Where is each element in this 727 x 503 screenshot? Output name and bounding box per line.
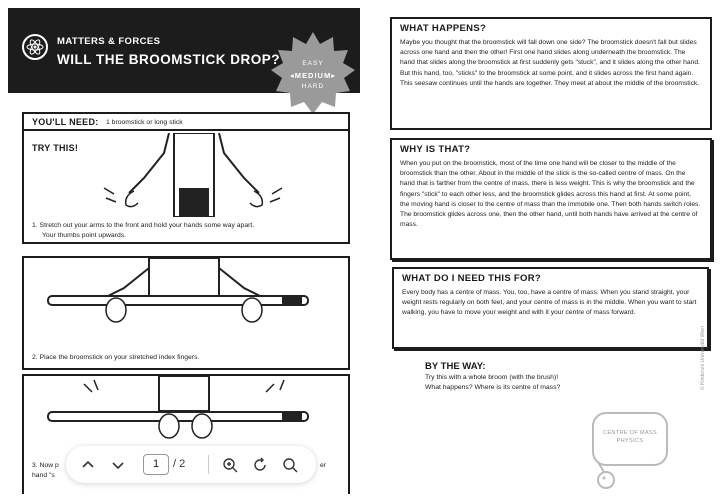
mascot-icon <box>597 462 615 489</box>
step-3-line-1: 3. Now p <box>32 462 59 469</box>
zoom-in-button[interactable] <box>220 455 240 475</box>
by-the-way-line-2: What happens? Where is its centre of mas… <box>425 384 561 391</box>
difficulty-easy: EASY <box>302 60 324 67</box>
search-button[interactable] <box>280 455 300 475</box>
what-happens-panel: WHAT HAPPENS? Maybe you thought that the… <box>390 17 712 130</box>
page-total: / 2 <box>173 458 186 470</box>
topic-line-1: CENTRE OF MASS <box>603 430 657 436</box>
by-the-way-title: BY THE WAY: <box>425 361 486 372</box>
why-text: When you put on the broomstick, most of … <box>400 160 701 229</box>
previous-page-button[interactable] <box>78 455 98 475</box>
rotate-button[interactable] <box>250 455 270 475</box>
page-number-input[interactable]: 1 <box>143 454 169 475</box>
step-1-line-2: Your thumbs point upwards. <box>42 232 127 239</box>
try-this-label: TRY THIS! <box>32 143 79 153</box>
by-the-way-text: Try this with a whole broom (with the br… <box>425 373 615 393</box>
what-happens-title: WHAT HAPPENS? <box>400 23 487 34</box>
step-3-line-1-tail: er <box>320 462 327 469</box>
difficulty-medium: ◂MEDIUM▸ <box>270 71 356 80</box>
topic-bubble: CENTRE OF MASS PHYSICS <box>592 412 668 466</box>
pdf-toolbar: 1 / 2 <box>66 446 316 483</box>
copyright-note: © Kinderuni Universität Wien <box>700 326 706 390</box>
step-2-line-1: 2. Place the broomstick on your stretche… <box>32 354 200 361</box>
need-panel: WHAT DO I NEED THIS FOR? Every body has … <box>392 267 709 349</box>
difficulty-badge: EASY ◂MEDIUM▸ HARD <box>270 30 356 116</box>
needs-box: YOU'LL NEED: 1 broomstick or long stick <box>22 112 350 129</box>
need-title: WHAT DO I NEED THIS FOR? <box>402 273 541 284</box>
step-1-illustration <box>103 133 283 217</box>
step-2-panel: 2. Place the broomstick on your stretche… <box>22 256 350 370</box>
topic-line-2: PHYSICS <box>616 438 644 444</box>
needs-value: 1 broomstick or long stick <box>106 119 183 126</box>
step-3-line-2: hand "s <box>32 472 55 479</box>
difficulty-medium-label: MEDIUM <box>294 71 332 80</box>
step-1-line-1: 1. Stretch out your arms to the front an… <box>32 222 255 229</box>
step-1-panel: TRY THIS! 1. Stretch out your arms to th… <box>22 129 350 244</box>
why-panel: WHY IS THAT? When you put on the broomst… <box>390 138 712 260</box>
medium-right-arrow-icon: ▸ <box>331 71 336 80</box>
atom-icon <box>22 34 48 60</box>
section-label: MATTERS & FORCES <box>57 36 161 47</box>
page-title: WILL THE BROOMSTICK DROP? <box>57 52 280 67</box>
zoom-in-icon <box>223 458 238 473</box>
next-page-button[interactable] <box>108 455 128 475</box>
step-3-illustration <box>47 376 309 439</box>
search-icon <box>283 458 298 473</box>
why-title: WHY IS THAT? <box>400 144 471 155</box>
rotate-icon <box>254 457 266 471</box>
left-page: MATTERS & FORCES WILL THE BROOMSTICK DRO… <box>0 0 360 503</box>
need-text: Every body has a centre of mass. You, to… <box>402 289 697 317</box>
what-happens-text: Maybe you thought that the broomstick wi… <box>400 39 700 87</box>
toolbar-divider <box>208 455 209 474</box>
by-the-way-line-1: Try this with a whole broom (with the br… <box>425 374 559 381</box>
chevron-down-icon <box>112 462 124 470</box>
needs-label: YOU'LL NEED: <box>32 117 99 127</box>
step-2-illustration <box>47 258 309 323</box>
difficulty-hard: HARD <box>301 83 325 90</box>
chevron-up-icon <box>82 460 94 468</box>
